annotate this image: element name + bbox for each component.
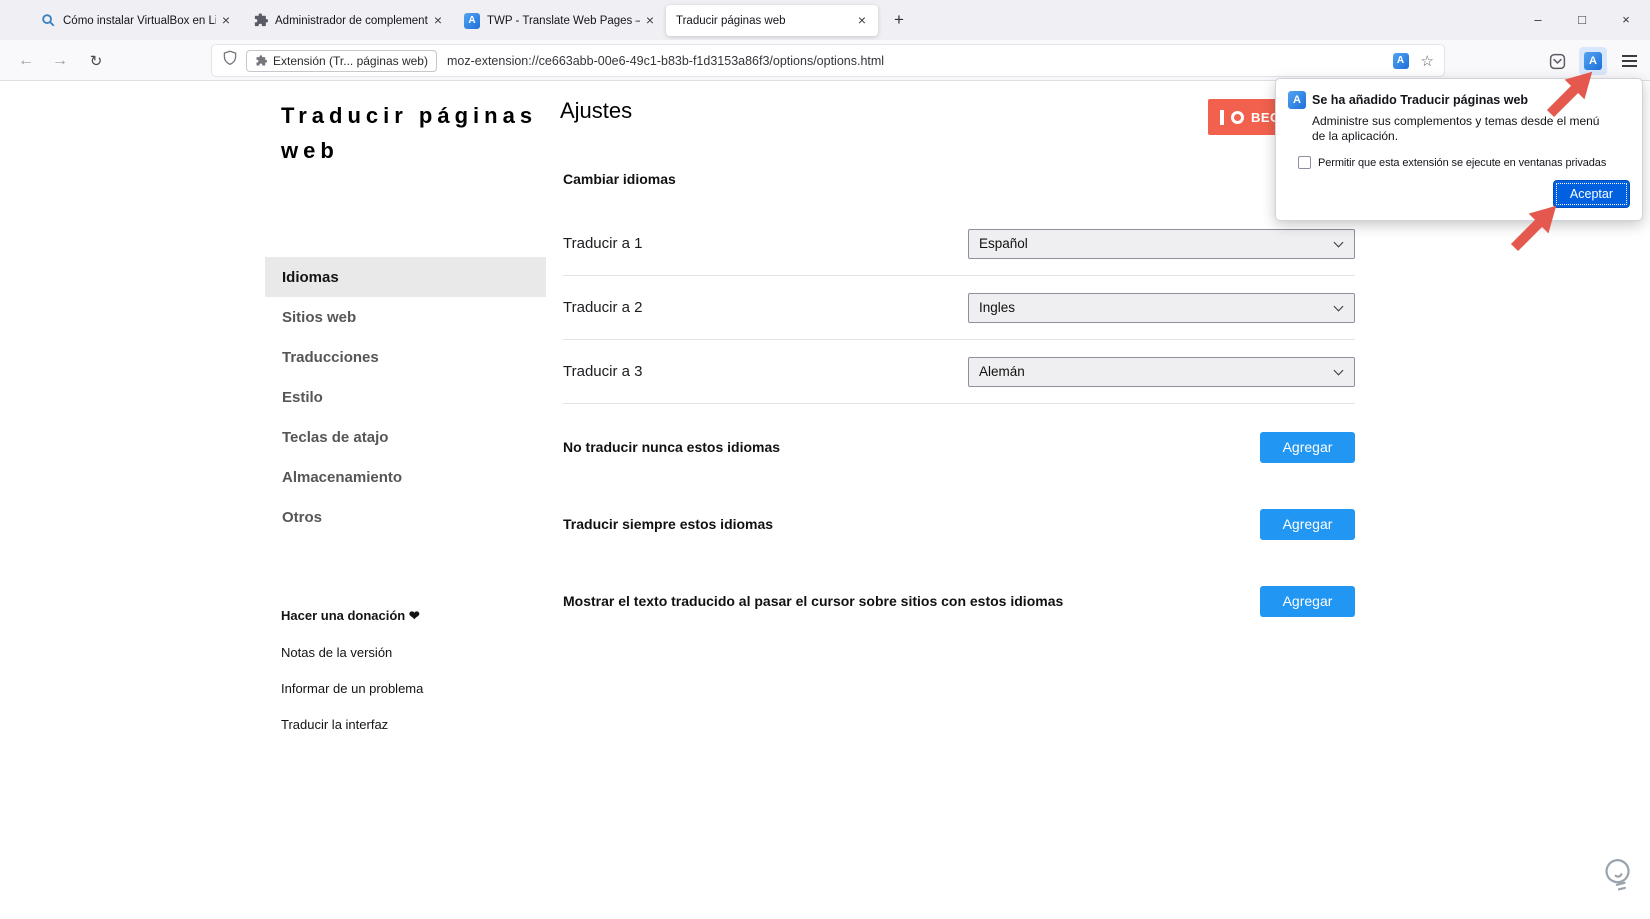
tab-virtualbox[interactable]: Cómo instalar VirtualBox en Lin × — [30, 5, 242, 36]
hover-translate-label: Mostrar el texto traducido al pasar el c… — [563, 593, 1064, 609]
sidebar-item-otros[interactable]: Otros — [265, 497, 546, 537]
add-never-translate-button[interactable]: Agregar — [1260, 431, 1355, 463]
identity-chip[interactable]: Extensión (Tr... páginas web) — [246, 49, 437, 72]
close-icon[interactable]: × — [428, 11, 448, 31]
select-value: Ingles — [979, 300, 1016, 315]
select-value: Español — [979, 236, 1028, 251]
minimize-button[interactable]: – — [1516, 0, 1560, 38]
new-tab-button[interactable]: + — [884, 6, 914, 34]
sidebar-item-traducciones[interactable]: Traducciones — [265, 337, 546, 377]
bookmark-star-icon[interactable]: ☆ — [1421, 52, 1434, 70]
tab-bar: Cómo instalar VirtualBox en Lin × Admini… — [0, 0, 1650, 40]
close-icon[interactable]: × — [852, 11, 872, 31]
patreon-icon — [1220, 109, 1224, 125]
annotation-arrow-to-accept-button — [1510, 205, 1557, 252]
table-row: Traducir a 3 Alemán — [563, 340, 1355, 404]
private-windows-option: Permitir que esta extensión se ejecute e… — [1298, 156, 1630, 169]
hamburger-icon — [1621, 55, 1637, 67]
add-hover-translate-button[interactable]: Agregar — [1260, 585, 1355, 617]
sidebar-item-almacenamiento[interactable]: Almacenamiento — [265, 457, 546, 497]
sidebar-item-estilo[interactable]: Estilo — [265, 377, 546, 417]
tab-title: Administrador de complemento — [275, 14, 428, 27]
window-controls: – □ × — [1516, 0, 1648, 38]
lightbulb-icon[interactable] — [1597, 853, 1641, 901]
donation-link[interactable]: Hacer una donación ❤ — [281, 598, 423, 634]
translate-to-2-select[interactable]: Ingles — [968, 292, 1355, 323]
identity-chip-label: Extensión (Tr... páginas web) — [273, 53, 428, 68]
report-problem-link[interactable]: Informar de un problema — [281, 670, 423, 706]
translate-to-1-label: Traducir a 1 — [563, 235, 643, 252]
sidebar-links: Hacer una donación ❤ Notas de la versión… — [281, 598, 423, 742]
sidebar-menu: Idiomas Sitios web Traducciones Estilo T… — [265, 257, 546, 537]
tab-strip: Cómo instalar VirtualBox en Lin × Admini… — [30, 0, 878, 36]
search-icon — [40, 13, 56, 29]
tab-title: Cómo instalar VirtualBox en Lin — [63, 14, 216, 27]
private-windows-label: Permitir que esta extensión se ejecute e… — [1318, 156, 1607, 169]
sidebar-item-idiomas[interactable]: Idiomas — [265, 257, 546, 297]
window-close-button[interactable]: × — [1604, 0, 1648, 38]
back-button[interactable]: ← — [12, 48, 40, 74]
url-text: moz-extension://ce663abb-00e6-49c1-b83b-… — [446, 53, 885, 68]
url-bar[interactable]: Extensión (Tr... páginas web) moz-extens… — [212, 45, 1444, 76]
private-windows-checkbox[interactable] — [1298, 156, 1311, 169]
tab-traducir-paginas-web[interactable]: Traducir páginas web × — [666, 5, 878, 36]
table-row: Traducir a 1 Español — [563, 212, 1355, 276]
brand-title: Traducir páginas web — [281, 103, 538, 163]
forward-button[interactable]: → — [46, 48, 74, 74]
translate-to-2-label: Traducir a 2 — [563, 299, 643, 316]
always-translate-row: Traducir siempre estos idiomas Agregar — [563, 502, 1355, 546]
translate-to-3-select[interactable]: Alemán — [968, 356, 1355, 387]
tab-twp-page[interactable]: A TWP - Translate Web Pages – C × — [454, 5, 666, 36]
tab-title: TWP - Translate Web Pages – C — [487, 14, 640, 27]
popup-actions: Aceptar — [1288, 180, 1630, 208]
page-title: Ajustes — [560, 98, 633, 123]
tab-addons-manager[interactable]: Administrador de complemento × — [242, 5, 454, 36]
annotation-arrow-to-extension-icon — [1546, 71, 1593, 118]
sidebar-item-sitios-web[interactable]: Sitios web — [265, 297, 546, 337]
hover-translate-row: Mostrar el texto traducido al pasar el c… — [563, 579, 1355, 623]
patreon-icon — [1231, 110, 1244, 124]
translate-extension-icon: A — [1288, 91, 1306, 109]
add-always-translate-button[interactable]: Agregar — [1260, 508, 1355, 540]
puzzle-icon — [252, 13, 268, 29]
maximize-button[interactable]: □ — [1560, 0, 1604, 38]
chevron-down-icon — [1333, 365, 1344, 375]
close-icon[interactable]: × — [640, 11, 660, 31]
translate-to-3-label: Traducir a 3 — [563, 363, 643, 380]
never-translate-label: No traducir nunca estos idiomas — [563, 439, 781, 455]
popup-title: Se ha añadido Traducir páginas web — [1312, 93, 1529, 107]
chevron-down-icon — [1333, 301, 1344, 311]
urlbar-actions: A ☆ — [1392, 52, 1434, 70]
translate-extension-icon: A — [464, 12, 480, 29]
translate-to-1-select[interactable]: Español — [968, 228, 1355, 259]
close-icon[interactable]: × — [216, 11, 236, 31]
sidebar-item-teclas-de-atajo[interactable]: Teclas de atajo — [265, 417, 546, 457]
section-heading: Cambiar idiomas — [563, 171, 676, 187]
chevron-down-icon — [1333, 237, 1344, 247]
translate-interface-link[interactable]: Traducir la interfaz — [281, 706, 423, 742]
translate-page-action-icon[interactable]: A — [1392, 52, 1409, 69]
always-translate-label: Traducir siempre estos idiomas — [563, 516, 774, 532]
release-notes-link[interactable]: Notas de la versión — [281, 634, 423, 670]
extension-page-icon — [256, 54, 267, 65]
never-translate-row: No traducir nunca estos idiomas Agregar — [563, 425, 1355, 469]
shield-icon — [222, 50, 238, 71]
table-row: Traducir a 2 Ingles — [563, 276, 1355, 340]
menu-button[interactable] — [1615, 47, 1643, 75]
tab-title: Traducir páginas web — [676, 14, 786, 27]
language-settings: Traducir a 1 Español Traducir a 2 Ingles… — [563, 212, 1355, 404]
select-value: Alemán — [979, 364, 1025, 379]
reload-button[interactable]: ↻ — [82, 48, 110, 74]
